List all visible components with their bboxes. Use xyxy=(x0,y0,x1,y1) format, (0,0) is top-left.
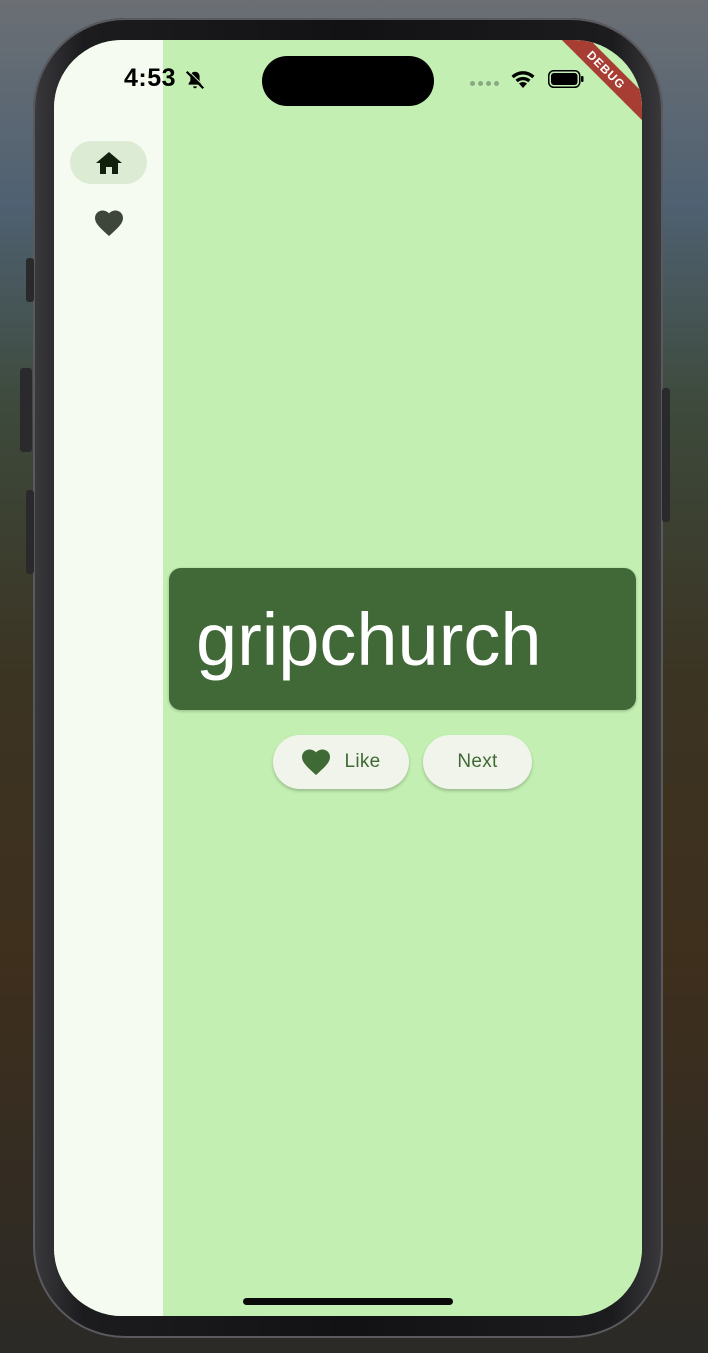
silent-switch xyxy=(26,258,34,302)
word-pair-card: gripchurch xyxy=(169,568,636,710)
like-button-label: Like xyxy=(344,751,381,772)
volume-up-button xyxy=(20,368,32,452)
status-time: 4:53 xyxy=(124,64,177,92)
volume-down-button xyxy=(26,490,34,574)
home-indicator[interactable] xyxy=(243,1298,453,1305)
heart-icon xyxy=(94,210,123,236)
word-pair-text: gripchurch xyxy=(196,598,542,681)
next-button[interactable]: Next xyxy=(423,735,532,789)
dynamic-island xyxy=(262,56,434,106)
nav-home-button[interactable] xyxy=(70,141,147,184)
home-icon xyxy=(95,151,122,174)
heart-icon xyxy=(302,749,331,775)
wifi-icon xyxy=(511,71,535,88)
like-button[interactable]: Like xyxy=(273,735,409,789)
battery-icon xyxy=(548,70,584,88)
silent-bell-icon xyxy=(185,70,205,90)
power-button xyxy=(662,388,670,522)
app-screen: 4:53 DEBUG gripchurch Like Next xyxy=(54,40,642,1316)
next-button-label: Next xyxy=(457,751,498,772)
nav-favorites-button[interactable] xyxy=(70,202,147,245)
cellular-signal-icon xyxy=(470,81,499,86)
